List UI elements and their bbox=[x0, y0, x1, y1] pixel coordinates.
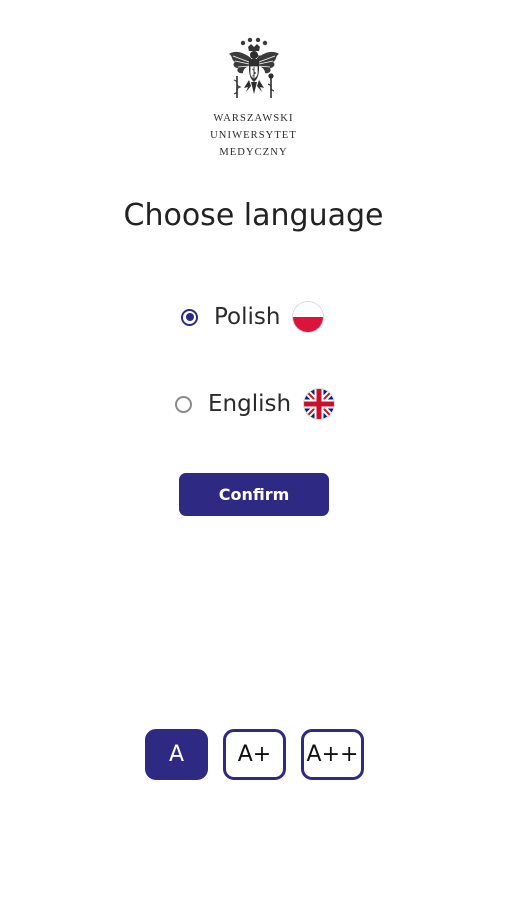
font-size-selector: A A+ A++ bbox=[145, 729, 364, 780]
radio-english[interactable] bbox=[175, 395, 192, 413]
language-option-polish[interactable]: Polish bbox=[181, 300, 324, 334]
university-name-line-1: WARSZAWSKI bbox=[213, 113, 294, 124]
page-title: Choose language bbox=[123, 198, 384, 233]
university-name: WARSZAWSKI UNIWERSYTET MEDYCZNY bbox=[203, 110, 304, 161]
language-option-english[interactable]: English bbox=[175, 387, 335, 421]
font-size-normal-button[interactable]: A bbox=[145, 729, 208, 780]
university-logo: WARSZAWSKI UNIWERSYTET MEDYCZNY bbox=[203, 36, 304, 166]
university-name-line-2: UNIWERSYTET bbox=[210, 130, 297, 141]
language-label-english: English bbox=[208, 391, 292, 417]
poland-flag-icon bbox=[293, 302, 324, 332]
eagle-crest-icon bbox=[228, 37, 279, 98]
font-size-large-button[interactable]: A+ bbox=[223, 729, 286, 780]
language-label-polish: Polish bbox=[214, 304, 281, 330]
university-name-line-3: MEDYCZNY bbox=[219, 147, 288, 158]
uk-flag-icon bbox=[304, 389, 335, 419]
confirm-button[interactable]: Confirm bbox=[179, 473, 329, 516]
radio-polish[interactable] bbox=[181, 308, 198, 326]
font-size-xlarge-button[interactable]: A++ bbox=[301, 729, 364, 780]
